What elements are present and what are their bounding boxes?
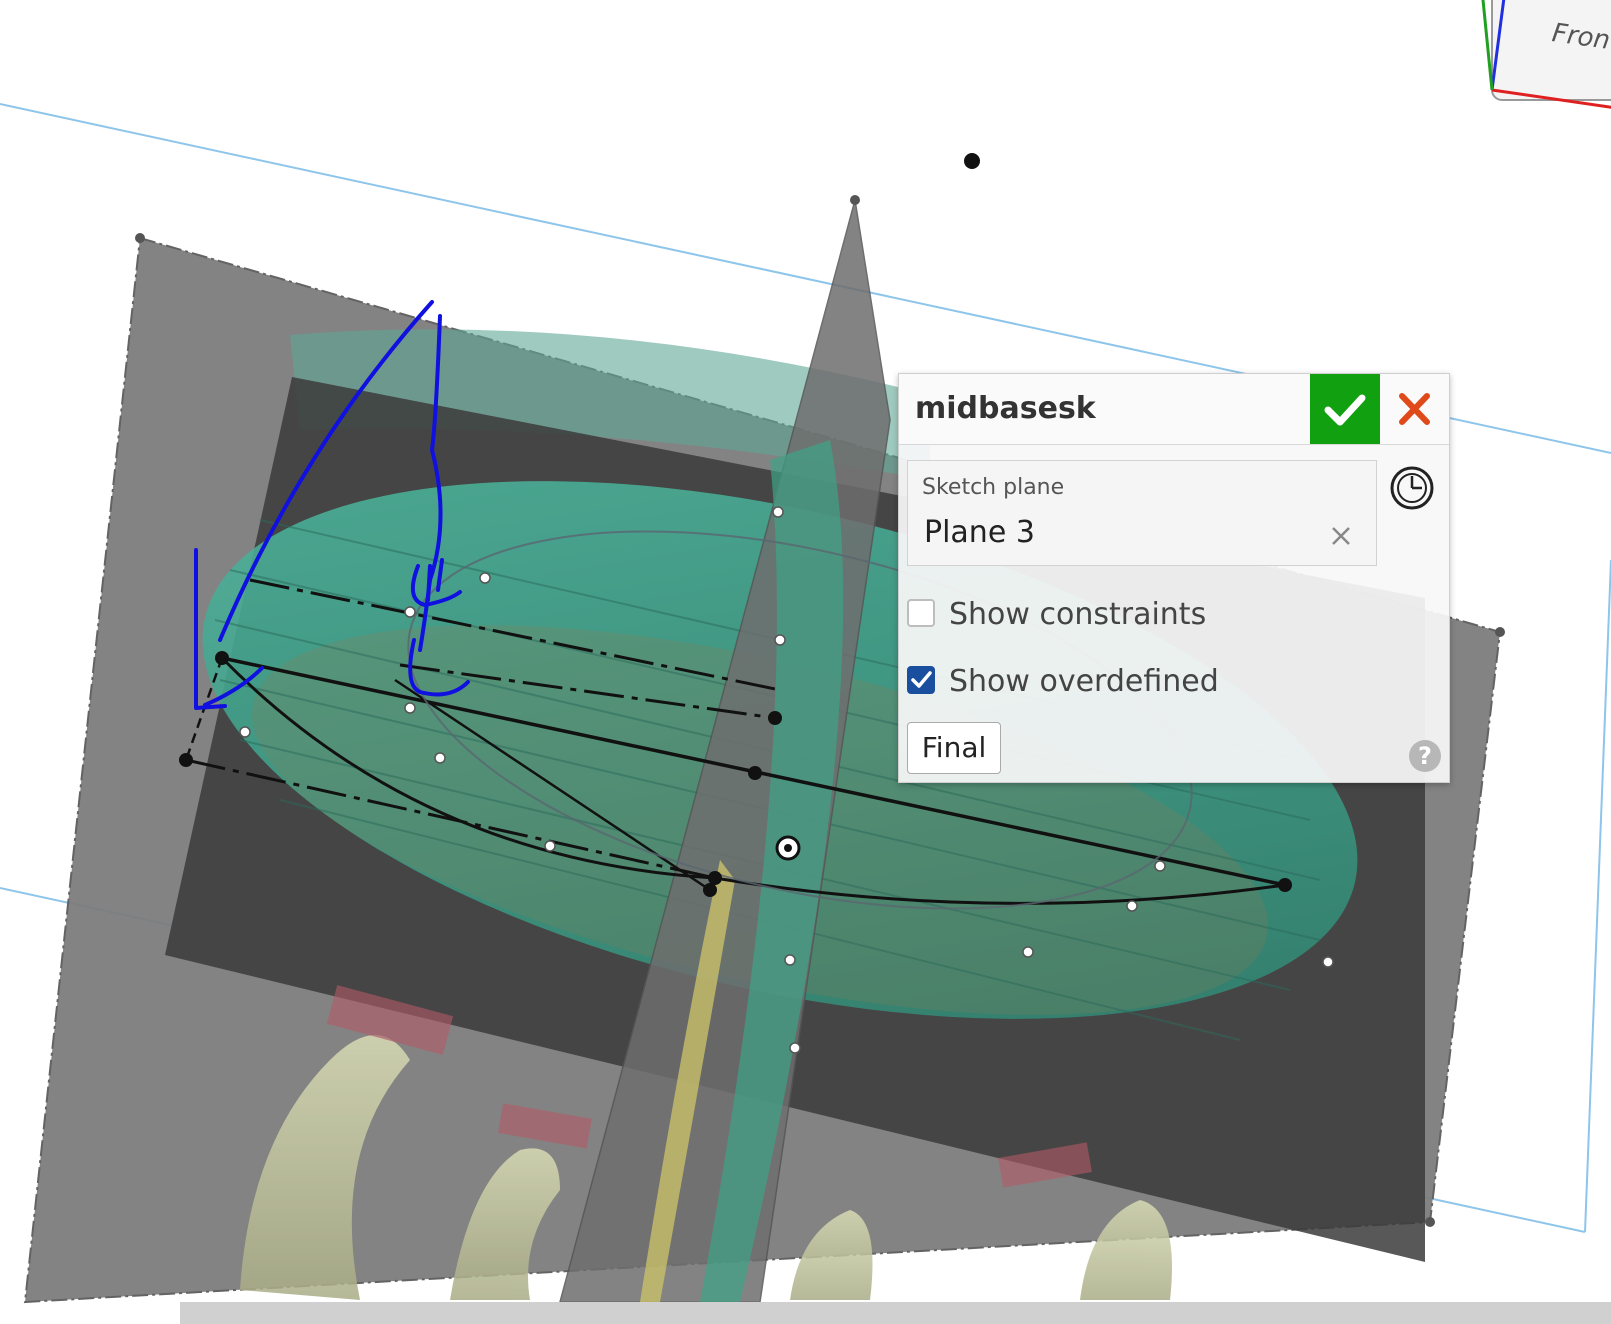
sketch-dialog: midbasesk Sketch plane Plane 3 Show cons… xyxy=(898,373,1450,783)
show-constraints-box[interactable] xyxy=(907,599,935,627)
help-icon[interactable]: ? xyxy=(1409,740,1441,772)
dialog-title: midbasesk xyxy=(915,391,1096,426)
clear-plane-button[interactable] xyxy=(1326,521,1356,551)
checkmark-icon xyxy=(1324,394,1366,426)
view-cube-axes-icon xyxy=(1481,0,1611,109)
dialog-header: midbasesk xyxy=(899,374,1449,445)
show-overdefined-checkbox[interactable]: Show overdefined xyxy=(907,661,1237,701)
view-cube[interactable] xyxy=(1470,0,1611,110)
sketch-plane-label: Sketch plane xyxy=(922,475,1065,500)
horizontal-scrollbar[interactable] xyxy=(180,1302,1611,1324)
final-button[interactable]: Final xyxy=(907,722,1001,774)
origin-marker xyxy=(775,835,801,861)
accept-button[interactable] xyxy=(1310,374,1380,444)
show-constraints-checkbox[interactable]: Show constraints xyxy=(907,594,1227,634)
cancel-button[interactable] xyxy=(1380,374,1449,444)
clock-icon xyxy=(1390,466,1434,510)
sketch-plane-field[interactable]: Sketch plane Plane 3 xyxy=(907,460,1377,566)
clear-x-icon xyxy=(1332,527,1350,545)
close-x-icon xyxy=(1399,393,1430,425)
show-overdefined-box[interactable] xyxy=(907,666,935,694)
3d-viewport[interactable]: Fron midbasesk Sketch plane Plane 3 Show… xyxy=(0,0,1611,1324)
history-button[interactable] xyxy=(1388,464,1436,512)
show-overdefined-label: Show overdefined xyxy=(949,664,1219,699)
sketch-plane-value[interactable]: Plane 3 xyxy=(924,515,1035,550)
show-constraints-label: Show constraints xyxy=(949,597,1207,632)
checkbox-check-icon xyxy=(911,671,932,688)
